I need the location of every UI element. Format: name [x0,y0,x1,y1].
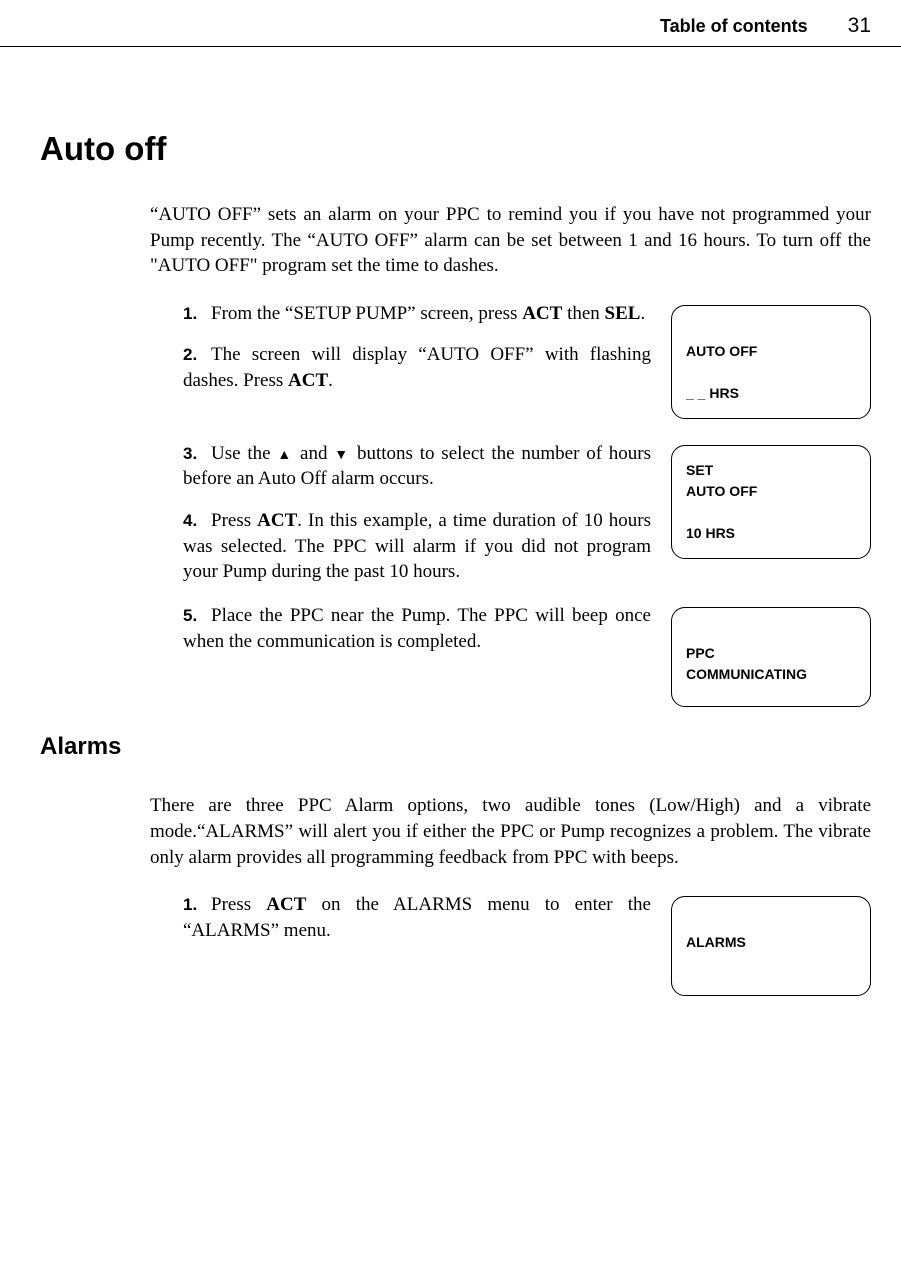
step-2-pre: The screen will display “AUTO OFF” with … [183,344,651,391]
toc-label: Table of contents [660,14,808,38]
step-1-mid: then [562,303,604,324]
alarms-step-1: 1.Press ACT on the ALARMS menu to enter … [150,892,651,943]
section-auto-off-title: Auto off [40,127,871,172]
step-row-5: 5.Place the PPC near the Pump. The PPC w… [150,603,871,707]
step-3: 3.Use the ▲ and ▼ buttons to select the … [150,441,651,492]
page-content: Auto off “AUTO OFF” sets an alarm on you… [0,127,901,1074]
step-2: 2.The screen will display “AUTO OFF” wit… [150,342,651,393]
step-row-1-2: 1.From the “SETUP PUMP” screen, press AC… [150,301,871,419]
step-3-pre: Use the [211,443,277,464]
page-number: 31 [848,12,871,40]
lcd-auto-off-blank: AUTO OFF _ _ HRS [671,305,871,419]
step-2-post: . [328,370,333,391]
alarms-intro: There are three PPC Alarm options, two a… [150,793,871,870]
alarms-step-1-num: 1. [183,894,211,917]
alarms-step-text-1: 1.Press ACT on the ALARMS menu to enter … [150,892,651,943]
step-4-act: ACT [257,510,297,531]
lcd-alarms: ALARMS [671,896,871,996]
lcd-set-auto-off-10: SET AUTO OFF 10 HRS [671,445,871,559]
step-1-pre: From the “SETUP PUMP” screen, press [211,303,522,324]
step-3-mid1: and [293,443,334,464]
step-5-text: Place the PPC near the Pump. The PPC wil… [183,605,651,652]
step-text-1-2: 1.From the “SETUP PUMP” screen, press AC… [150,301,651,394]
step-text-5: 5.Place the PPC near the Pump. The PPC w… [150,603,651,654]
step-1-act: ACT [522,303,562,324]
section-alarms-title: Alarms [40,731,871,763]
up-arrow-icon: ▲ [277,448,293,463]
section-auto-off-body: “AUTO OFF” sets an alarm on your PPC to … [150,202,871,707]
step-5-num: 5. [183,605,211,628]
lcd-ppc-communicating: PPC COMMUNICATING [671,607,871,707]
step-text-3-4: 3.Use the ▲ and ▼ buttons to select the … [150,441,651,585]
step-2-act: ACT [288,370,328,391]
alarms-step-1-pre: Press [211,894,266,915]
step-row-3-4: 3.Use the ▲ and ▼ buttons to select the … [150,441,871,585]
down-arrow-icon: ▼ [334,448,350,463]
step-4-pre: Press [211,510,257,531]
step-4-num: 4. [183,510,211,533]
alarms-step-1-act: ACT [266,894,306,915]
alarms-step-row-1: 1.Press ACT on the ALARMS menu to enter … [150,892,871,996]
step-3-num: 3. [183,443,211,466]
auto-off-intro: “AUTO OFF” sets an alarm on your PPC to … [150,202,871,279]
page-header: Table of contents 31 [0,0,901,47]
step-2-num: 2. [183,344,211,367]
step-1-sel: SEL [605,303,641,324]
step-5: 5.Place the PPC near the Pump. The PPC w… [150,603,651,654]
step-1: 1.From the “SETUP PUMP” screen, press AC… [150,301,651,327]
step-1-post: . [640,303,645,324]
step-4: 4.Press ACT. In this example, a time dur… [150,508,651,585]
section-alarms-body: There are three PPC Alarm options, two a… [150,793,871,996]
step-1-num: 1. [183,303,211,326]
